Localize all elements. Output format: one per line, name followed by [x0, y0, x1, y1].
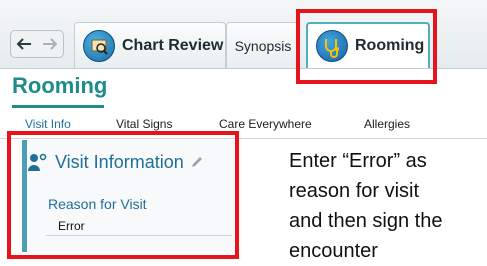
history-nav: [10, 30, 64, 58]
subnav-care-everywhere[interactable]: Care Everywhere: [219, 117, 312, 131]
activity-title: Rooming: [12, 73, 108, 98]
chart-review-icon: [83, 29, 115, 62]
subnav-vital-signs[interactable]: Vital Signs: [116, 117, 172, 131]
highlight-rooming-tab: [296, 9, 437, 84]
tab-chart-review[interactable]: Chart Review: [74, 22, 226, 68]
subnav-allergies[interactable]: Allergies: [364, 117, 410, 131]
instruction-text: Enter “Error” as reason for visit and th…: [289, 150, 443, 262]
tab-chart-review-label: Chart Review: [122, 36, 224, 54]
subnav-visit-info[interactable]: Visit Info: [25, 117, 71, 131]
forward-button[interactable]: [37, 31, 63, 57]
forward-arrow-icon: [43, 38, 58, 50]
back-arrow-icon: [16, 38, 31, 50]
back-button[interactable]: [11, 31, 37, 57]
tab-synopsis[interactable]: Synopsis: [226, 22, 300, 68]
tab-synopsis-label: Synopsis: [234, 37, 292, 54]
activity-title-underline: [12, 105, 104, 108]
highlight-visit-information: [7, 131, 239, 259]
